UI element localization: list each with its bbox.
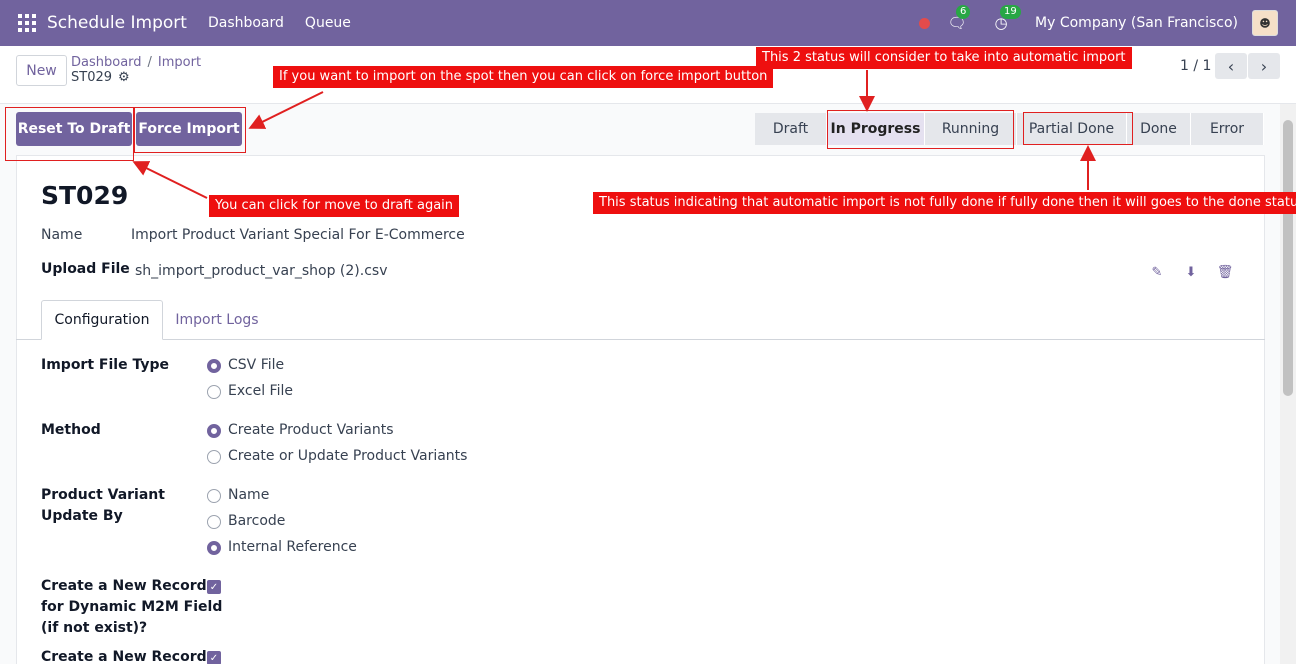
pager-next-button[interactable]: › (1248, 53, 1280, 79)
m2m-checkbox[interactable]: ✓ (207, 580, 221, 594)
pager-previous-button[interactable]: ‹ (1215, 53, 1247, 79)
edit-pencil-icon[interactable]: ✎ (1149, 264, 1165, 280)
next-field-label: Create a New Record (41, 649, 207, 664)
annotation-two-status: This 2 status will consider to take into… (756, 47, 1132, 69)
upload-file-field[interactable]: sh_import_product_var_shop (2).csv (135, 263, 388, 279)
next-checkbox[interactable]: ✓ (207, 651, 221, 664)
csv-option-label[interactable]: CSV File (228, 357, 284, 373)
messages-icon[interactable]: 🗨 6 (947, 5, 971, 33)
tab-configuration[interactable]: Configuration (41, 300, 163, 340)
csv-radio[interactable] (207, 359, 221, 373)
breadcrumb-import[interactable]: Import (158, 55, 201, 70)
excel-option-label[interactable]: Excel File (228, 383, 293, 399)
update-by-barcode-label[interactable]: Barcode (228, 513, 285, 529)
chevron-left-icon: ‹ (1227, 56, 1235, 76)
m2m-label-line1: Create a New Record (41, 578, 207, 594)
name-field[interactable]: Import Product Variant Special For E-Com… (131, 227, 465, 243)
record-title: ST029 (41, 181, 129, 210)
chevron-right-icon: › (1260, 56, 1268, 76)
m2m-label-line2: for Dynamic M2M Field (41, 599, 223, 615)
highlight-partial-done (1023, 112, 1133, 145)
highlight-reset-button (5, 107, 134, 161)
annotation-partial-done: This status indicating that automatic im… (593, 192, 1296, 214)
create-variants-radio[interactable] (207, 424, 221, 438)
update-by-name-label[interactable]: Name (228, 487, 269, 503)
breadcrumb-dashboard[interactable]: Dashboard (71, 55, 142, 70)
current-record: ST029 ⚙ (71, 70, 130, 85)
user-avatar[interactable]: ☻ (1252, 10, 1278, 36)
download-icon[interactable]: ⬇ (1183, 264, 1199, 280)
m2m-label-line3: (if not exist)? (41, 620, 148, 636)
app-title[interactable]: Schedule Import (47, 13, 187, 33)
name-label: Name (41, 227, 83, 243)
annotation-force-import: If you want to import on the spot then y… (273, 66, 774, 88)
update-by-label-line1: Product Variant (41, 487, 165, 503)
new-button[interactable]: New (16, 55, 67, 86)
import-file-type-label: Import File Type (41, 357, 169, 373)
trash-icon[interactable]: 🗑 (1217, 264, 1234, 280)
activity-clock-icon[interactable]: ◷ 19 (991, 5, 1021, 33)
apps-menu-icon[interactable] (18, 14, 36, 32)
method-label: Method (41, 422, 101, 438)
upload-file-label: Upload File (41, 261, 130, 277)
pager-value[interactable]: 1 / 1 (1180, 58, 1211, 74)
breadcrumb-separator: / (147, 55, 152, 70)
update-by-internal-ref-label[interactable]: Internal Reference (228, 539, 357, 555)
record-name-label: ST029 (71, 70, 113, 85)
messages-badge: 6 (956, 5, 971, 19)
notebook-tabs: Configuration Import Logs (16, 300, 1265, 340)
highlight-progress-running (827, 110, 1014, 149)
stage-done[interactable]: Done (1127, 113, 1191, 145)
update-by-name-radio[interactable] (207, 489, 221, 503)
gear-icon[interactable]: ⚙ (118, 70, 130, 85)
update-by-barcode-radio[interactable] (207, 515, 221, 529)
create-or-update-radio[interactable] (207, 450, 221, 464)
annotation-reset-draft: You can click for move to draft again (209, 195, 460, 217)
stage-draft[interactable]: Draft (755, 113, 827, 145)
scrollbar-thumb[interactable] (1283, 120, 1293, 396)
create-variants-label[interactable]: Create Product Variants (228, 422, 394, 438)
activity-badge: 19 (1000, 5, 1021, 19)
create-or-update-label[interactable]: Create or Update Product Variants (228, 448, 467, 464)
update-by-label-line2: Update By (41, 508, 123, 524)
top-navbar: Schedule Import Dashboard Queue 🗨 6 ◷ 19… (0, 0, 1296, 46)
stage-error[interactable]: Error (1191, 113, 1264, 145)
recording-indicator-icon[interactable] (919, 17, 931, 29)
menu-queue[interactable]: Queue (305, 15, 351, 31)
menu-dashboard[interactable]: Dashboard (208, 15, 284, 31)
highlight-force-button (134, 107, 246, 153)
update-by-internal-ref-radio[interactable] (207, 541, 221, 555)
breadcrumb: Dashboard / Import (71, 55, 201, 70)
company-switcher[interactable]: My Company (San Francisco) (1035, 15, 1238, 31)
excel-radio[interactable] (207, 385, 221, 399)
tab-import-logs[interactable]: Import Logs (163, 300, 271, 340)
